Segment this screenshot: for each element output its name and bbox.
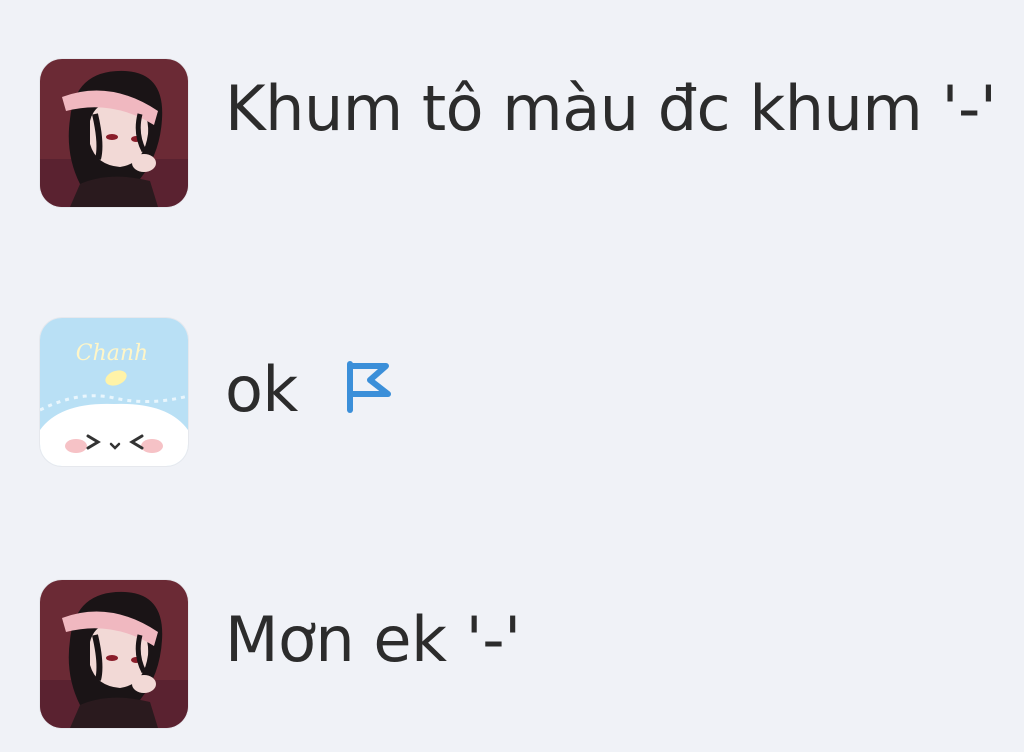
avatar[interactable]	[40, 59, 188, 207]
message-text: Mơn ek '-'	[225, 603, 521, 676]
message-text: ok	[225, 353, 298, 426]
avatar[interactable]: Chanh	[40, 318, 188, 466]
chat-thread: Khum tô màu đc khum '-' Chanh ok Mơn ek …	[0, 0, 1024, 752]
message-text: Khum tô màu đc khum '-'	[225, 72, 997, 145]
avatar[interactable]	[40, 580, 188, 728]
chanh-cute-face-avatar-icon: Chanh	[40, 318, 188, 466]
flag-icon[interactable]	[342, 358, 396, 414]
dark-haired-character-avatar-icon	[40, 580, 188, 728]
dark-haired-character-avatar-icon	[40, 59, 188, 207]
chat-message: Mơn ek '-'	[40, 579, 521, 729]
chat-message: Chanh ok	[40, 317, 396, 467]
chat-message: Khum tô màu đc khum '-'	[40, 58, 997, 208]
avatar-label: Chanh	[76, 341, 148, 366]
